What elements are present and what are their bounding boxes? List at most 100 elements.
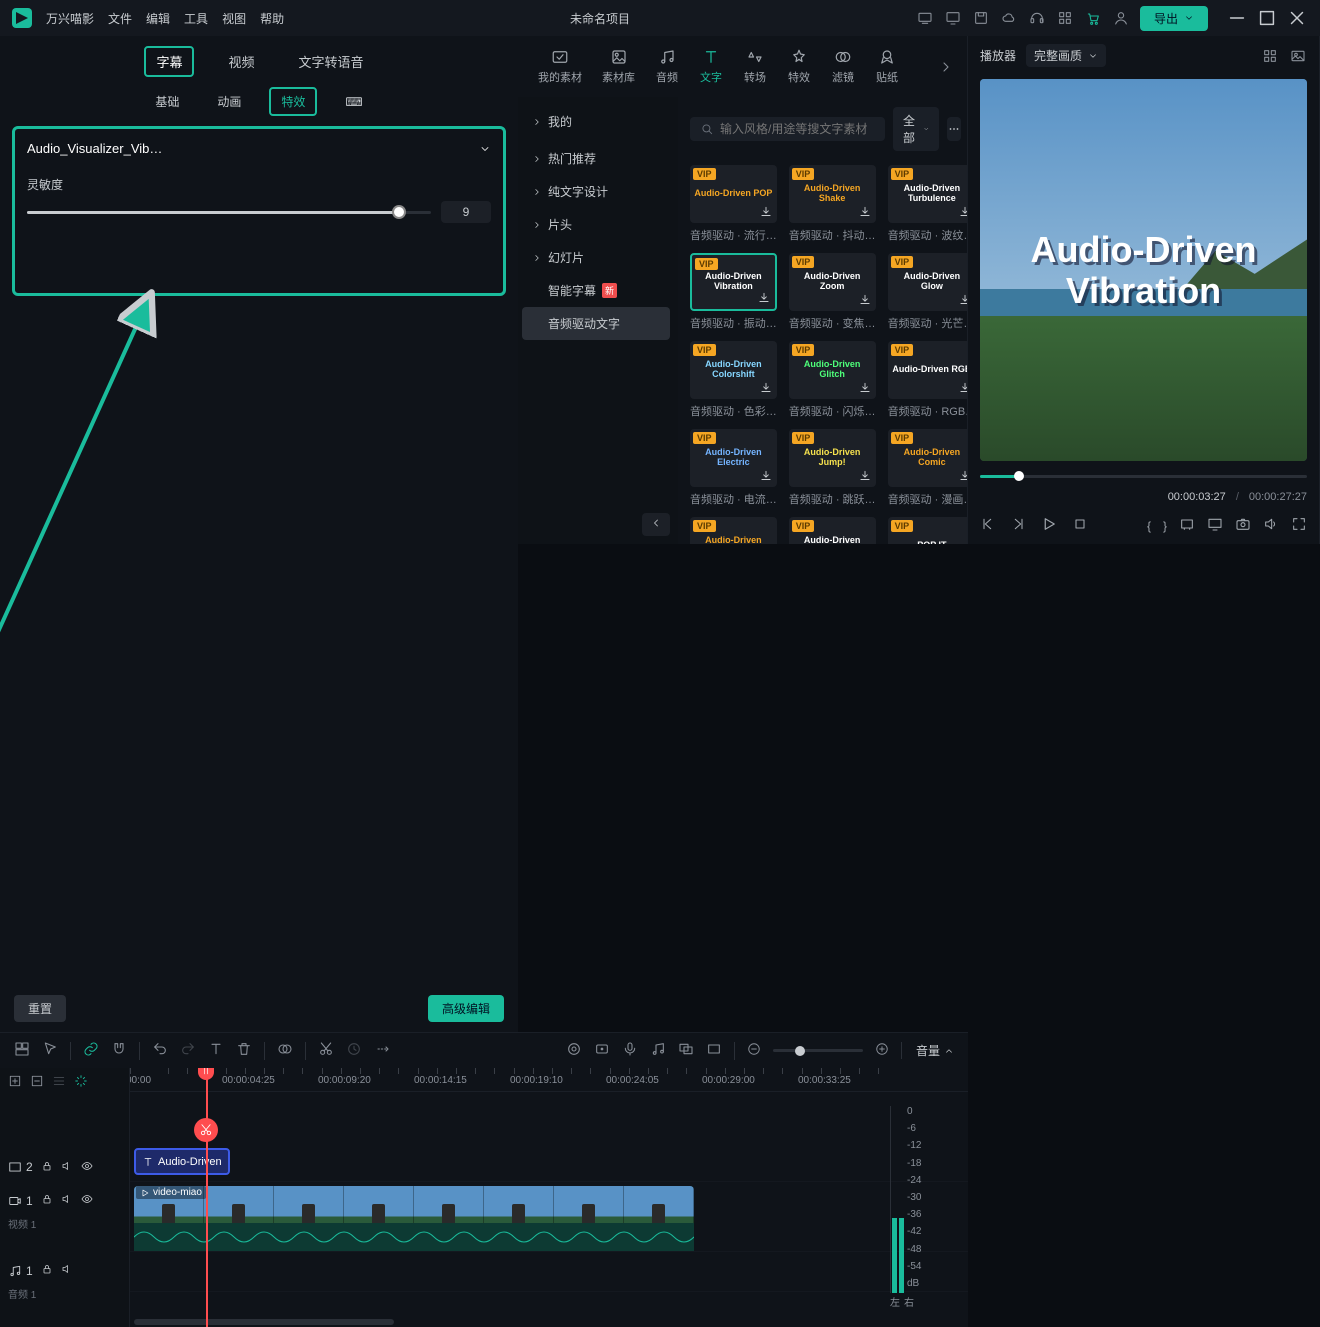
asset-tab-3[interactable]: 文字	[691, 44, 731, 89]
tl-more-icon[interactable]	[374, 1041, 390, 1060]
asset-item-1[interactable]: VIP Audio-Driven Shake 音频驱动 · 抖动…	[789, 165, 876, 243]
tl-magnet-icon[interactable]	[111, 1041, 127, 1060]
grid-view-icon[interactable]	[1261, 47, 1279, 65]
sensitivity-value[interactable]: 9	[441, 201, 491, 223]
zoom-slider[interactable]	[773, 1049, 863, 1052]
apps-icon[interactable]	[1056, 9, 1074, 27]
window-maximize[interactable]	[1256, 7, 1278, 29]
tl-cursor-icon[interactable]	[42, 1041, 58, 1060]
track-mute-icon[interactable]	[61, 1263, 73, 1278]
asset-tab-4[interactable]: 转场	[735, 44, 775, 89]
asset-tab-6[interactable]: 滤镜	[823, 44, 863, 89]
zoom-out-button[interactable]	[747, 1042, 761, 1059]
asset-item-8[interactable]: VIP Audio-Driven RGB 音频驱动 · RGB…	[888, 341, 967, 419]
chevron-down-icon[interactable]	[479, 143, 491, 155]
asset-tab-2[interactable]: 音频	[647, 44, 687, 89]
props-tab1-1[interactable]: 视频	[218, 48, 264, 75]
clip-text[interactable]: Audio-Driven	[134, 1148, 230, 1175]
sidebar-item-1[interactable]: 纯文字设计	[522, 175, 670, 208]
sidebar-item-4[interactable]: 智能字幕新	[522, 274, 670, 307]
sidebar-item-2[interactable]: 片头	[522, 208, 670, 241]
asset-item-3[interactable]: VIP Audio-Driven Vibration 音频驱动 · 振动…	[690, 253, 777, 331]
reset-button[interactable]: 重置	[14, 995, 66, 1022]
timeline-scrollbar[interactable]	[134, 1319, 394, 1325]
timeline-ruler[interactable]: 00:0000:00:04:2500:00:09:2000:00:14:1500…	[130, 1068, 968, 1092]
aspect-icon[interactable]	[1179, 516, 1195, 535]
track-lock-icon[interactable]	[41, 1160, 53, 1175]
tl-mic-icon[interactable]	[622, 1041, 638, 1060]
menu-file[interactable]: 文件	[108, 10, 132, 27]
tl-cut-icon[interactable]	[318, 1041, 334, 1060]
preview-progress[interactable]	[980, 471, 1307, 481]
asset-tab-1[interactable]: 素材库	[594, 44, 643, 89]
sidebar-collapse[interactable]	[642, 513, 670, 536]
sensitivity-slider[interactable]	[27, 211, 431, 214]
tl-link-icon[interactable]	[83, 1041, 99, 1060]
volume-icon[interactable]	[1263, 516, 1279, 535]
asset-item-12[interactable]: VIP Audio-Driven Shake 音频驱动 · 抖动…	[690, 517, 777, 544]
brace-open-icon[interactable]: {	[1147, 519, 1151, 533]
asset-item-6[interactable]: VIP Audio-Driven Colorshift 音频驱动 · 色彩…	[690, 341, 777, 419]
track-visible-icon[interactable]	[81, 1193, 93, 1208]
preview-quality-selector[interactable]: 完整画质	[1026, 44, 1106, 67]
props-tab1-0[interactable]: 字幕	[144, 46, 194, 77]
tl-del-track-icon[interactable]	[30, 1074, 44, 1091]
fullscreen-icon[interactable]	[1291, 516, 1307, 535]
asset-tab-0[interactable]: 我的素材	[530, 44, 590, 89]
tl-aspect-icon[interactable]	[706, 1041, 722, 1060]
asset-tab-5[interactable]: 特效	[779, 44, 819, 89]
tl-music-icon[interactable]	[650, 1041, 666, 1060]
tl-collapse-icon[interactable]	[52, 1074, 66, 1091]
export-button[interactable]: 导出	[1140, 6, 1208, 31]
asset-tabs-more[interactable]	[937, 58, 955, 76]
image-view-icon[interactable]	[1289, 47, 1307, 65]
track-row-video[interactable]: video-miao	[130, 1182, 968, 1252]
prev-frame-button[interactable]	[980, 516, 996, 535]
stop-button[interactable]	[1072, 516, 1088, 535]
props-tab2-1[interactable]: 动画	[207, 89, 251, 114]
sidebar-item-3[interactable]: 幻灯片	[522, 241, 670, 274]
asset-item-0[interactable]: VIP Audio-Driven POP 音频驱动 · 流行…	[690, 165, 777, 243]
tl-delete-icon[interactable]	[236, 1041, 252, 1060]
user-icon[interactable]	[1112, 9, 1130, 27]
asset-item-9[interactable]: VIP Audio-Driven Electric 音频驱动 · 电流…	[690, 429, 777, 507]
asset-item-2[interactable]: VIP Audio-Driven Turbulence 音频驱动 · 波纹…	[888, 165, 967, 243]
track-lock-icon[interactable]	[41, 1193, 53, 1208]
track-row-audio[interactable]	[130, 1252, 968, 1292]
asset-tab-7[interactable]: 贴纸	[867, 44, 907, 89]
track-visible-icon[interactable]	[81, 1160, 93, 1175]
asset-more[interactable]	[947, 117, 961, 141]
tl-speed-icon[interactable]	[346, 1041, 362, 1060]
snapshot-icon[interactable]	[1235, 516, 1251, 535]
asset-search-input[interactable]	[720, 122, 875, 136]
advanced-edit-button[interactable]: 高级编辑	[428, 995, 504, 1022]
tl-overlay-icon[interactable]	[678, 1041, 694, 1060]
props-tab2-3[interactable]: ⌨	[335, 91, 372, 113]
cloud-icon[interactable]	[1000, 9, 1018, 27]
menu-tools[interactable]: 工具	[184, 10, 208, 27]
device-icon[interactable]	[916, 9, 934, 27]
tl-undo-icon[interactable]	[152, 1041, 168, 1060]
save-icon[interactable]	[972, 9, 990, 27]
props-tab2-2[interactable]: 特效	[269, 87, 317, 116]
tl-redo-icon[interactable]	[180, 1041, 196, 1060]
sidebar-item-0[interactable]: 热门推荐	[522, 142, 670, 175]
asset-item-11[interactable]: VIP Audio-Driven Comic 音频驱动 · 漫画…	[888, 429, 967, 507]
window-close[interactable]	[1286, 7, 1308, 29]
window-minimize[interactable]	[1226, 7, 1248, 29]
track-row-text[interactable]: Audio-Driven	[130, 1142, 968, 1182]
props-tab1-2[interactable]: 文字转语音	[289, 48, 374, 75]
asset-search[interactable]	[690, 117, 885, 141]
sidebar-my[interactable]: 我的	[522, 105, 670, 138]
tl-add-track-icon[interactable]	[8, 1074, 22, 1091]
track-mute-icon[interactable]	[61, 1193, 73, 1208]
asset-item-4[interactable]: VIP Audio-Driven Zoom 音频驱动 · 变焦…	[789, 253, 876, 331]
asset-item-14[interactable]: VIP POP IT 音频驱动 · 跳动…	[888, 517, 967, 544]
track-lock-icon[interactable]	[41, 1263, 53, 1278]
audio-meter-toggle[interactable]: 音量	[901, 1042, 954, 1059]
headset-icon[interactable]	[1028, 9, 1046, 27]
asset-item-7[interactable]: VIP Audio-Driven Glitch 音频驱动 · 闪烁…	[789, 341, 876, 419]
tl-mask-icon[interactable]	[277, 1041, 293, 1060]
tl-layout-icon[interactable]	[14, 1041, 30, 1060]
monitor-icon[interactable]	[944, 9, 962, 27]
